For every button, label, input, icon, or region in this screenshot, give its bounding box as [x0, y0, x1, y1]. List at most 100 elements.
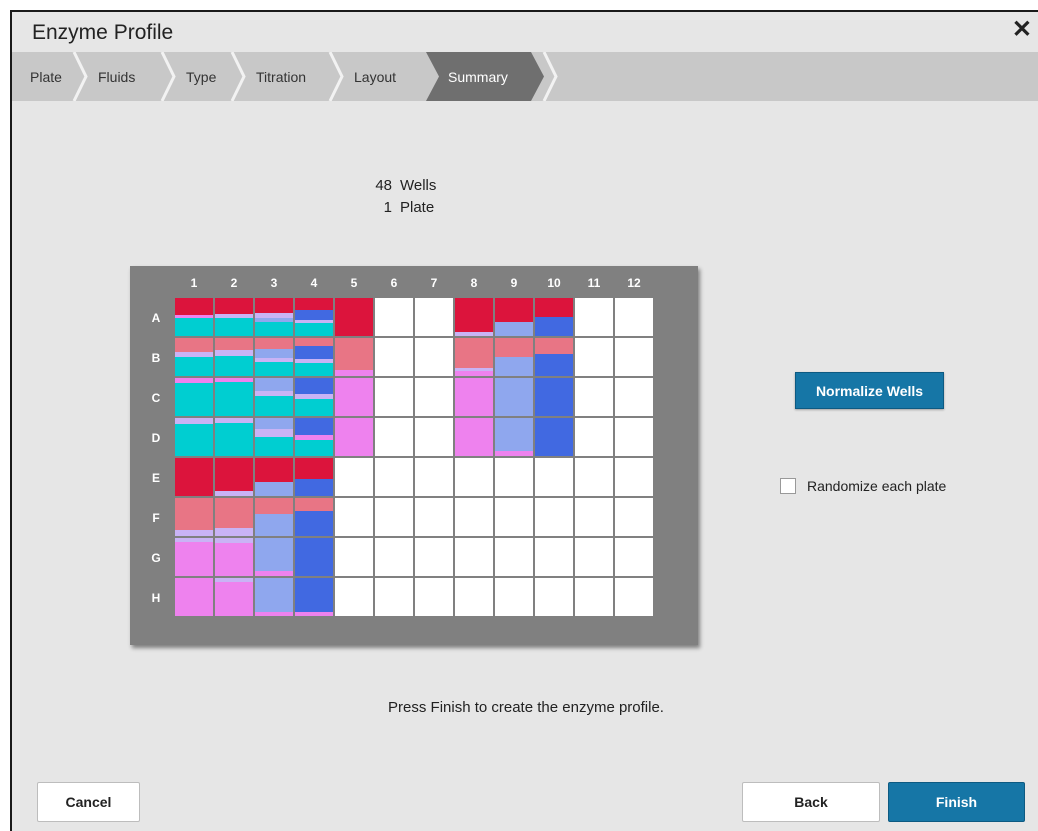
well-D4[interactable] — [295, 418, 333, 456]
well-F6[interactable] — [375, 498, 413, 536]
well-H7[interactable] — [415, 578, 453, 616]
well-F10[interactable] — [535, 498, 573, 536]
well-G7[interactable] — [415, 538, 453, 576]
well-G8[interactable] — [455, 538, 493, 576]
well-E11[interactable] — [575, 458, 613, 496]
well-D6[interactable] — [375, 418, 413, 456]
well-H5[interactable] — [335, 578, 373, 616]
well-C2[interactable] — [215, 378, 253, 416]
well-B12[interactable] — [615, 338, 653, 376]
well-F1[interactable] — [175, 498, 213, 536]
well-A1[interactable] — [175, 298, 213, 336]
well-H6[interactable] — [375, 578, 413, 616]
well-B7[interactable] — [415, 338, 453, 376]
wizard-step-titration[interactable]: Titration — [240, 52, 338, 101]
well-A12[interactable] — [615, 298, 653, 336]
well-G2[interactable] — [215, 538, 253, 576]
well-B5[interactable] — [335, 338, 373, 376]
well-D2[interactable] — [215, 418, 253, 456]
well-H11[interactable] — [575, 578, 613, 616]
well-H3[interactable] — [255, 578, 293, 616]
well-E12[interactable] — [615, 458, 653, 496]
finish-button[interactable]: Finish — [888, 782, 1025, 822]
well-C6[interactable] — [375, 378, 413, 416]
well-D9[interactable] — [495, 418, 533, 456]
well-G4[interactable] — [295, 538, 333, 576]
well-E1[interactable] — [175, 458, 213, 496]
well-B4[interactable] — [295, 338, 333, 376]
well-E4[interactable] — [295, 458, 333, 496]
well-F8[interactable] — [455, 498, 493, 536]
well-E6[interactable] — [375, 458, 413, 496]
well-A4[interactable] — [295, 298, 333, 336]
well-C5[interactable] — [335, 378, 373, 416]
well-H1[interactable] — [175, 578, 213, 616]
well-A11[interactable] — [575, 298, 613, 336]
well-H12[interactable] — [615, 578, 653, 616]
well-C3[interactable] — [255, 378, 293, 416]
well-C1[interactable] — [175, 378, 213, 416]
well-C10[interactable] — [535, 378, 573, 416]
well-A3[interactable] — [255, 298, 293, 336]
well-H2[interactable] — [215, 578, 253, 616]
well-C12[interactable] — [615, 378, 653, 416]
well-C8[interactable] — [455, 378, 493, 416]
well-G6[interactable] — [375, 538, 413, 576]
well-E5[interactable] — [335, 458, 373, 496]
well-F5[interactable] — [335, 498, 373, 536]
well-H10[interactable] — [535, 578, 573, 616]
well-D5[interactable] — [335, 418, 373, 456]
well-F3[interactable] — [255, 498, 293, 536]
well-A10[interactable] — [535, 298, 573, 336]
well-A8[interactable] — [455, 298, 493, 336]
back-button[interactable]: Back — [742, 782, 880, 822]
well-B6[interactable] — [375, 338, 413, 376]
well-G3[interactable] — [255, 538, 293, 576]
well-A5[interactable] — [335, 298, 373, 336]
well-D1[interactable] — [175, 418, 213, 456]
well-D11[interactable] — [575, 418, 613, 456]
wizard-step-layout[interactable]: Layout — [338, 52, 426, 101]
well-C11[interactable] — [575, 378, 613, 416]
well-E3[interactable] — [255, 458, 293, 496]
close-icon[interactable]: ✕ — [1012, 18, 1032, 42]
well-H4[interactable] — [295, 578, 333, 616]
well-F2[interactable] — [215, 498, 253, 536]
well-G12[interactable] — [615, 538, 653, 576]
cancel-button[interactable]: Cancel — [37, 782, 140, 822]
well-B1[interactable] — [175, 338, 213, 376]
well-G10[interactable] — [535, 538, 573, 576]
well-G9[interactable] — [495, 538, 533, 576]
well-B11[interactable] — [575, 338, 613, 376]
well-E9[interactable] — [495, 458, 533, 496]
well-D3[interactable] — [255, 418, 293, 456]
well-F12[interactable] — [615, 498, 653, 536]
well-A7[interactable] — [415, 298, 453, 336]
well-G5[interactable] — [335, 538, 373, 576]
well-C4[interactable] — [295, 378, 333, 416]
well-E8[interactable] — [455, 458, 493, 496]
well-H8[interactable] — [455, 578, 493, 616]
well-A6[interactable] — [375, 298, 413, 336]
well-C7[interactable] — [415, 378, 453, 416]
well-F7[interactable] — [415, 498, 453, 536]
well-D7[interactable] — [415, 418, 453, 456]
well-A2[interactable] — [215, 298, 253, 336]
well-F4[interactable] — [295, 498, 333, 536]
well-B9[interactable] — [495, 338, 533, 376]
well-E10[interactable] — [535, 458, 573, 496]
well-D10[interactable] — [535, 418, 573, 456]
normalize-wells-button[interactable]: Normalize Wells — [795, 372, 944, 409]
well-G1[interactable] — [175, 538, 213, 576]
well-B3[interactable] — [255, 338, 293, 376]
well-A9[interactable] — [495, 298, 533, 336]
wizard-step-fluids[interactable]: Fluids — [82, 52, 170, 101]
well-B8[interactable] — [455, 338, 493, 376]
well-C9[interactable] — [495, 378, 533, 416]
well-B10[interactable] — [535, 338, 573, 376]
randomize-checkbox[interactable] — [780, 478, 796, 494]
well-H9[interactable] — [495, 578, 533, 616]
well-E7[interactable] — [415, 458, 453, 496]
well-F9[interactable] — [495, 498, 533, 536]
well-G11[interactable] — [575, 538, 613, 576]
